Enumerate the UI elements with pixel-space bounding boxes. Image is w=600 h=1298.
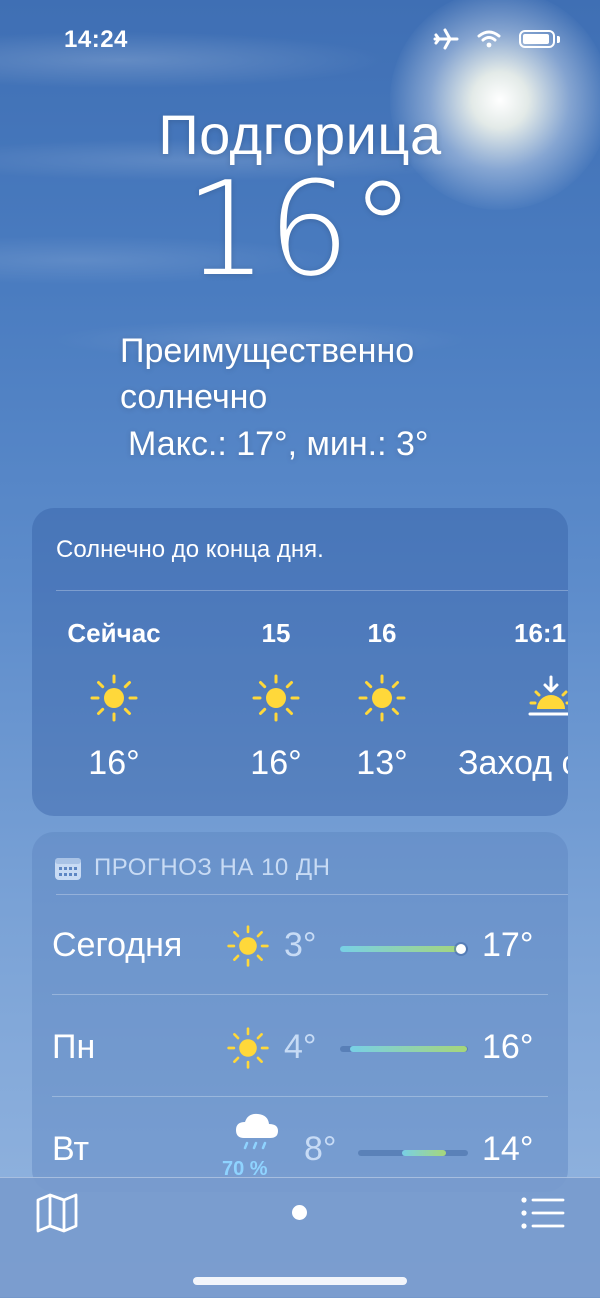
day-low: 3° — [284, 926, 317, 964]
daily-header-label: ПРОГНОЗ НА 10 ДН — [94, 854, 331, 881]
current-temp-marker — [456, 944, 466, 954]
sun-icon — [252, 674, 300, 722]
day-row-today[interactable]: Сегодня 3° 17° — [32, 894, 568, 995]
page-indicator[interactable] — [292, 1205, 307, 1220]
divider — [52, 1096, 548, 1097]
current-condition: Преимущественно солнечно — [120, 332, 415, 416]
day-low: 8° — [304, 1130, 337, 1168]
day-high: 16° — [482, 1028, 534, 1066]
day-name: Вт — [52, 1130, 90, 1168]
day-row-mon[interactable]: Пн 4° 16° — [32, 996, 568, 1097]
hourly-summary: Солнечно до конца дня. — [56, 536, 324, 563]
day-low: 4° — [284, 1028, 317, 1066]
hour-item: 15 16° — [216, 618, 336, 783]
status-icons — [433, 28, 560, 50]
daily-header: ПРОГНОЗ НА 10 ДН — [54, 854, 331, 882]
high-low: Макс.: 17°, мин.: 3° — [128, 425, 429, 463]
temperature-range-bar — [340, 1046, 468, 1052]
airplane-icon — [433, 28, 459, 50]
status-time: 14:24 — [64, 26, 128, 53]
day-high: 17° — [482, 926, 534, 964]
current-temperature: 16° — [184, 153, 416, 305]
daily-forecast-card[interactable]: ПРОГНОЗ НА 10 ДН Сегодня 3° 17° Пн 4° 16… — [32, 832, 568, 1192]
current-weather: Подгорица 16° Преимущественно солнечно М… — [0, 100, 600, 463]
day-name: Сегодня — [52, 926, 183, 964]
hourly-forecast-card[interactable]: Солнечно до конца дня. Сейчас 16° 15 16°… — [32, 508, 568, 816]
battery-icon — [519, 30, 555, 48]
list-icon[interactable] — [520, 1196, 566, 1230]
sun-icon — [90, 674, 138, 722]
divider — [56, 590, 568, 591]
hour-item: Сейчас 16° — [54, 618, 174, 783]
hour-temperature: Заход с — [458, 744, 568, 782]
status-bar: 14:24 — [0, 0, 600, 80]
sun-icon — [227, 1027, 269, 1069]
temperature-range-fill — [340, 946, 465, 952]
temperature-range-fill — [402, 1150, 446, 1156]
sun-icon — [358, 674, 406, 722]
battery-tip — [557, 35, 560, 43]
hour-item-sunset: 16:1 Заход с — [424, 618, 568, 783]
temperature-range-fill — [350, 1046, 467, 1052]
day-high: 14° — [482, 1130, 534, 1168]
temperature-range-bar — [340, 944, 468, 954]
sunset-icon — [528, 675, 568, 716]
wifi-icon — [477, 30, 501, 48]
sun-icon — [227, 925, 269, 967]
temperature-range-bar — [358, 1150, 468, 1156]
hour-label: 15 — [261, 618, 291, 648]
calendar-icon — [55, 858, 81, 880]
hour-temperature: 16° — [250, 744, 302, 782]
bottom-toolbar — [0, 1177, 600, 1298]
home-indicator — [193, 1277, 407, 1285]
divider — [52, 994, 548, 995]
hourly-row[interactable]: Сейчас 16° 15 16° 16 13° 16:1 Заход с — [32, 618, 568, 798]
day-name: Пн — [52, 1028, 96, 1066]
map-icon[interactable] — [35, 1192, 79, 1234]
hour-temperature: 16° — [88, 744, 140, 782]
cloud-rain-icon — [236, 1113, 278, 1150]
hour-label: Сейчас — [67, 618, 161, 648]
hour-label: 16:1 — [514, 618, 567, 648]
